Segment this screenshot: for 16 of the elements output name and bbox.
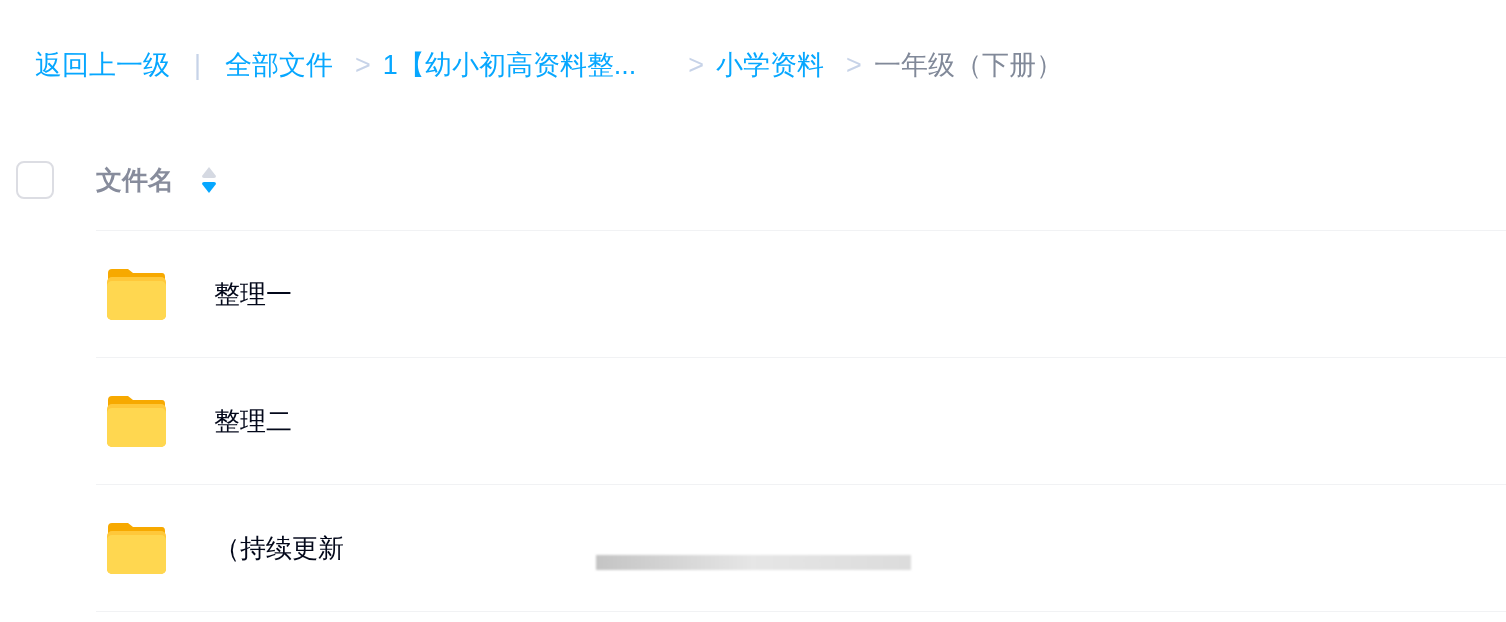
file-name[interactable]: 整理一	[214, 274, 292, 314]
select-all-checkbox[interactable]	[16, 161, 54, 199]
breadcrumb-separator: >	[846, 48, 862, 82]
breadcrumb-divider: |	[194, 48, 201, 82]
breadcrumb-current: 一年级（下册）	[873, 48, 1063, 82]
breadcrumb-separator: >	[688, 48, 705, 82]
file-row[interactable]: （持续更新	[96, 485, 1506, 612]
file-name[interactable]: （持续更新	[214, 528, 344, 568]
breadcrumb-separator: >	[355, 48, 371, 82]
file-name[interactable]: 整理二	[214, 401, 292, 441]
folder-icon	[106, 521, 166, 575]
sort-icon[interactable]	[200, 165, 218, 195]
folder-icon	[106, 267, 166, 321]
file-row[interactable]: 整理二	[96, 358, 1506, 485]
file-row[interactable]: 整理一	[96, 231, 1506, 358]
folder-icon	[106, 394, 166, 448]
